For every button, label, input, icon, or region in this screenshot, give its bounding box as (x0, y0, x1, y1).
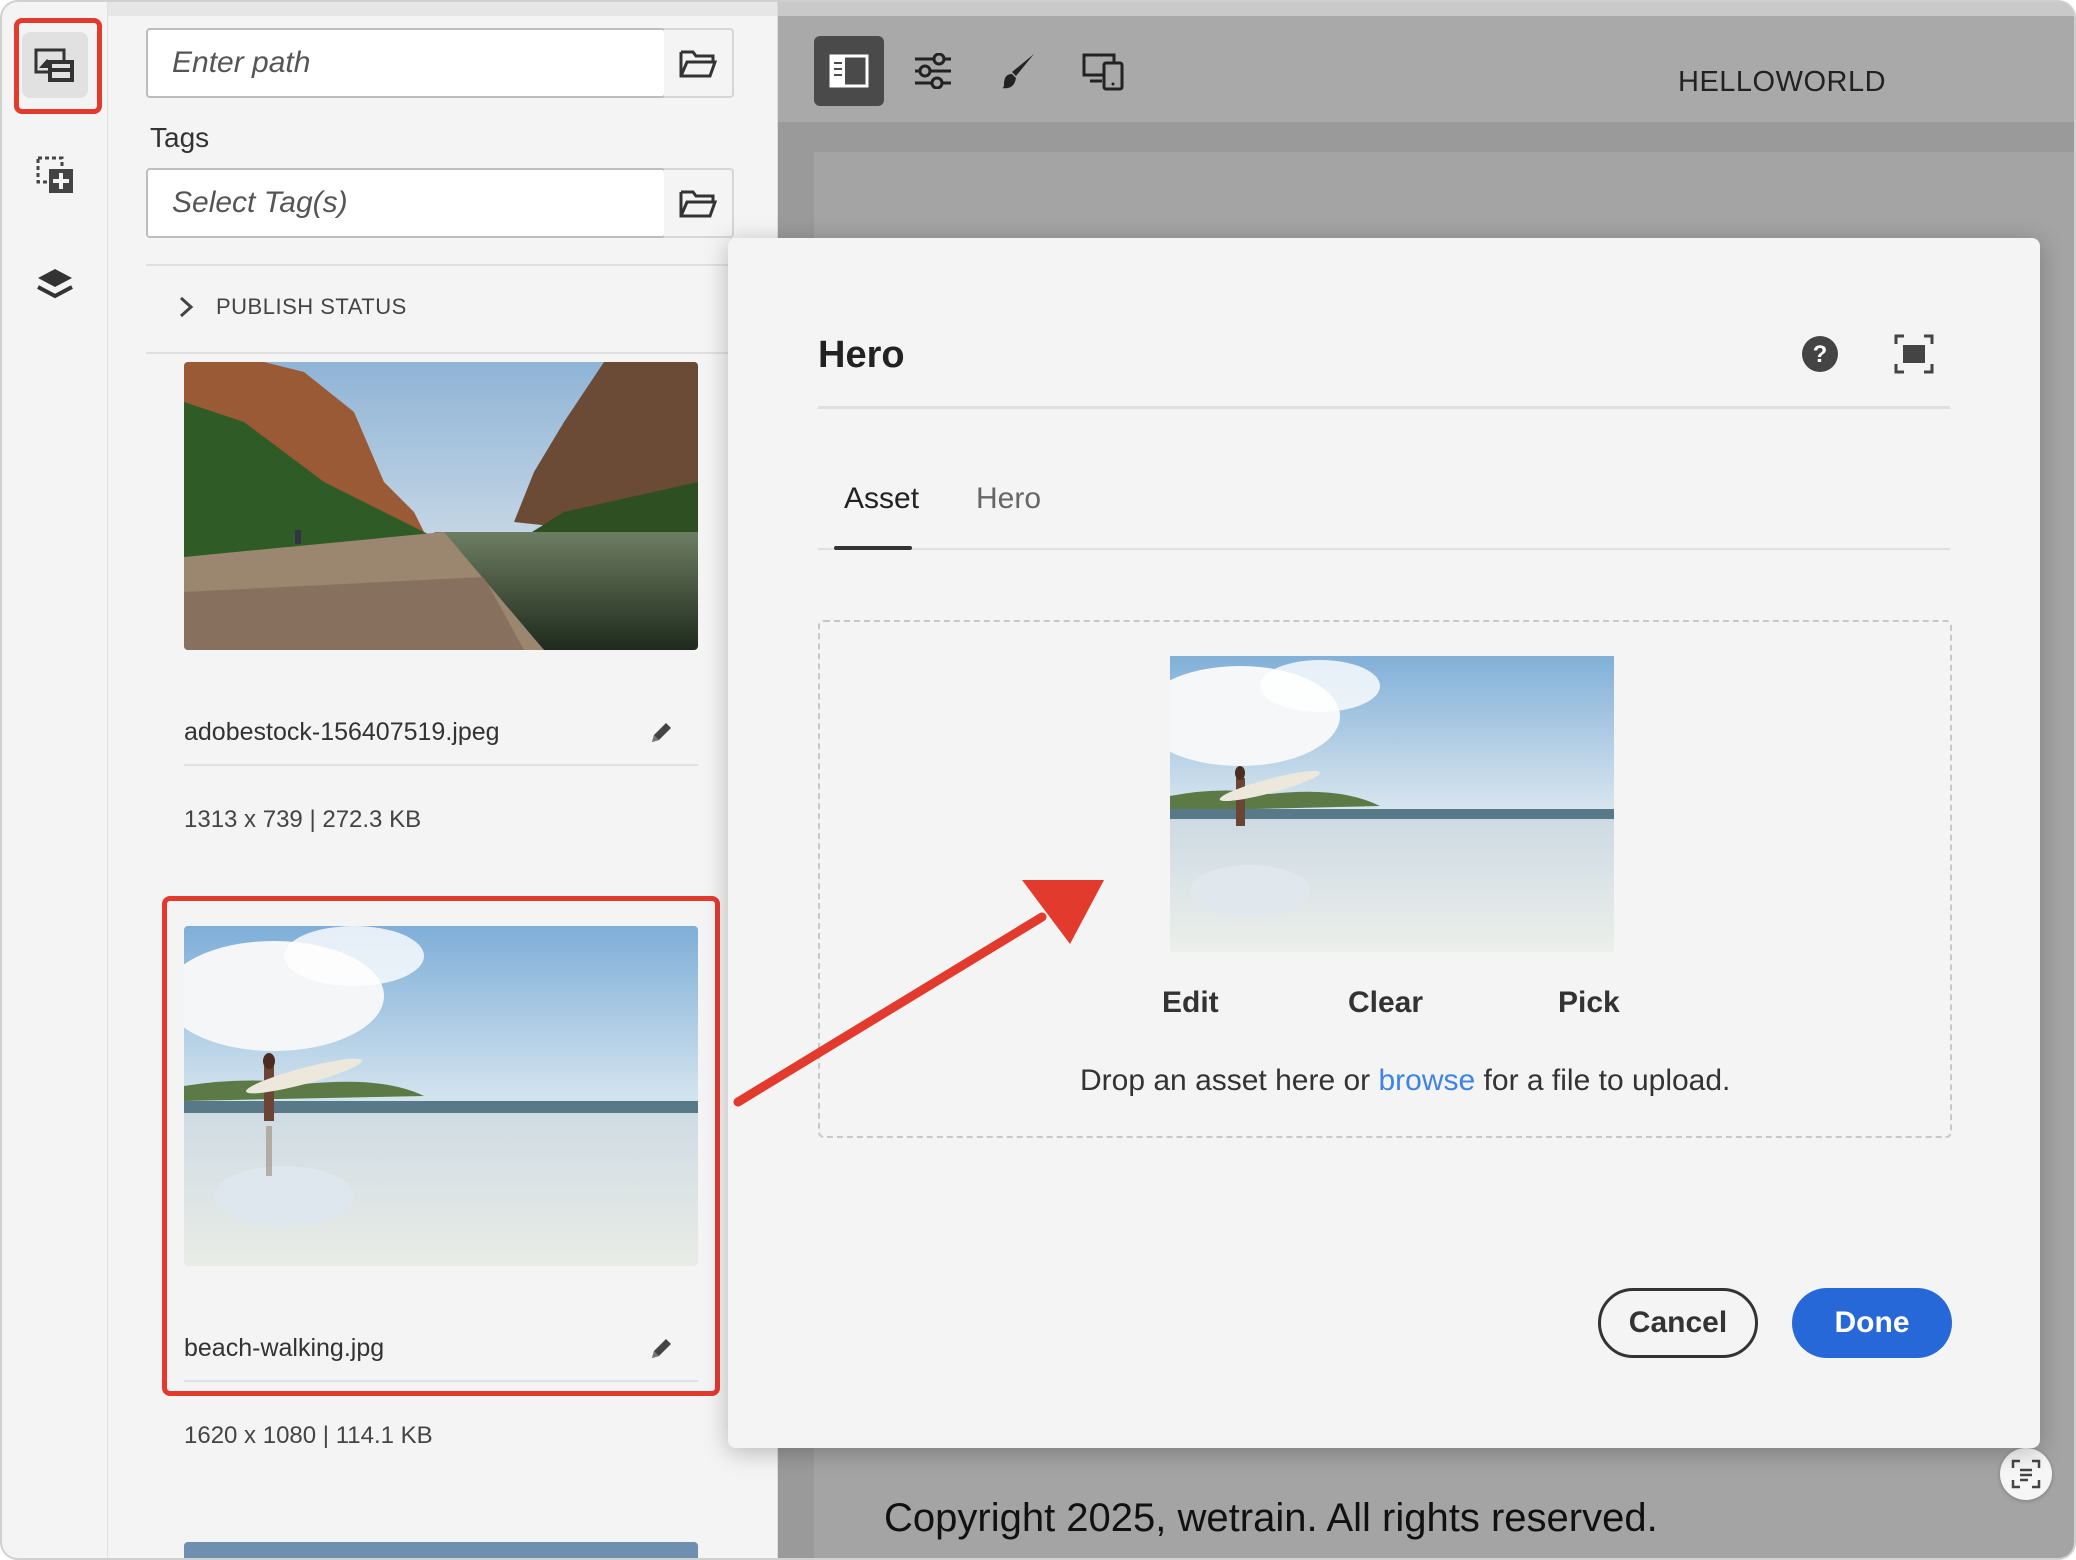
canyon-image (184, 362, 698, 650)
components-icon (36, 156, 73, 193)
assets-icon (34, 48, 74, 82)
chevron-right-icon (179, 296, 194, 318)
folder-icon (679, 50, 717, 78)
side-panel-icon (829, 54, 869, 88)
layers-icon (37, 269, 73, 299)
asset-dropzone[interactable]: Edit Clear Pick Drop an asset here or br… (818, 620, 1952, 1138)
beach-preview-image (1170, 656, 1614, 952)
edit-asset-button[interactable]: Edit (1162, 986, 1219, 1020)
filter-divider (146, 264, 736, 266)
help-icon[interactable]: ? (1800, 334, 1840, 374)
screenshot-icon (2011, 1459, 2041, 1489)
asset-thumbnail-canyon[interactable] (184, 362, 698, 650)
pencil-icon[interactable] (648, 1336, 674, 1362)
active-tab-indicator (834, 546, 912, 550)
folder-icon (679, 190, 717, 218)
page-footer-copyright: Copyright 2025, wetrain. All rights rese… (884, 1496, 1658, 1540)
asset-divider (184, 764, 698, 766)
emulator-icon (1082, 53, 1124, 91)
asset-name[interactable]: beach-walking.jpg (184, 1334, 384, 1363)
asset-thumbnail-partial[interactable] (184, 1542, 698, 1558)
tags-input[interactable]: Select Tag(s) (146, 168, 666, 238)
asset-preview (1170, 656, 1614, 952)
asset-browser-panel: Enter path Tags Select Tag(s) PUBLISH ST… (108, 2, 778, 1558)
properties-icon (915, 53, 951, 89)
asset-meta: 1313 x 739 | 272.3 KB (184, 806, 422, 833)
content-tree-rail-button[interactable] (22, 252, 88, 318)
asset-name[interactable]: adobestock-156407519.jpeg (184, 718, 500, 747)
app-window: Enter path Tags Select Tag(s) PUBLISH ST… (0, 0, 2076, 1560)
pencil-icon[interactable] (648, 720, 674, 746)
assets-rail-button[interactable] (22, 32, 88, 98)
dialog-title: Hero (818, 334, 905, 376)
path-input[interactable]: Enter path (146, 28, 666, 98)
cancel-button[interactable]: Cancel (1598, 1288, 1758, 1358)
beach-image (184, 926, 698, 1266)
publish-divider (146, 352, 736, 354)
asset-meta: 1620 x 1080 | 114.1 KB (184, 1422, 433, 1449)
path-browse-button[interactable] (664, 28, 734, 98)
drop-text-after: for a file to upload. (1475, 1064, 1731, 1097)
page-title: HELLOWORLD (1678, 66, 1887, 98)
fullscreen-icon[interactable] (1894, 334, 1934, 374)
tab-hero[interactable]: Hero (976, 482, 1041, 516)
publish-status-toggle[interactable]: PUBLISH STATUS (178, 294, 407, 320)
browse-link[interactable]: browse (1379, 1064, 1476, 1097)
done-button[interactable]: Done (1792, 1288, 1952, 1358)
page-properties-button[interactable] (898, 36, 968, 106)
asset-thumbnail-beach[interactable] (184, 926, 698, 1266)
hero-config-dialog: Hero ? Asset Hero Edit Clear Pick Drop a… (728, 238, 2040, 1448)
screenshot-button[interactable] (2000, 1448, 2052, 1500)
tags-label: Tags (150, 122, 210, 153)
panel-top-strip (108, 2, 777, 16)
side-panel-toggle[interactable] (814, 36, 884, 106)
dialog-header-rule (818, 406, 1950, 409)
svg-text:?: ? (1813, 341, 1828, 368)
pick-asset-button[interactable]: Pick (1558, 986, 1620, 1020)
tab-rule (818, 548, 1950, 550)
left-rail (2, 2, 108, 1558)
editor-top-strip (778, 2, 2074, 16)
tags-browse-button[interactable] (664, 168, 734, 238)
components-rail-button[interactable] (22, 142, 88, 208)
drop-text-before: Drop an asset here or (1080, 1064, 1379, 1097)
editor-toolbar: HELLOWORLD (778, 16, 2074, 122)
clear-asset-button[interactable]: Clear (1348, 986, 1423, 1020)
dropzone-instructions: Drop an asset here or browse for a file … (1080, 1064, 1730, 1098)
asset-divider (184, 1380, 698, 1382)
style-brush-icon (1002, 54, 1034, 89)
publish-status-label: PUBLISH STATUS (216, 294, 407, 319)
tab-asset[interactable]: Asset (844, 482, 919, 516)
style-system-button[interactable] (984, 36, 1054, 106)
emulator-button[interactable] (1068, 36, 1138, 106)
